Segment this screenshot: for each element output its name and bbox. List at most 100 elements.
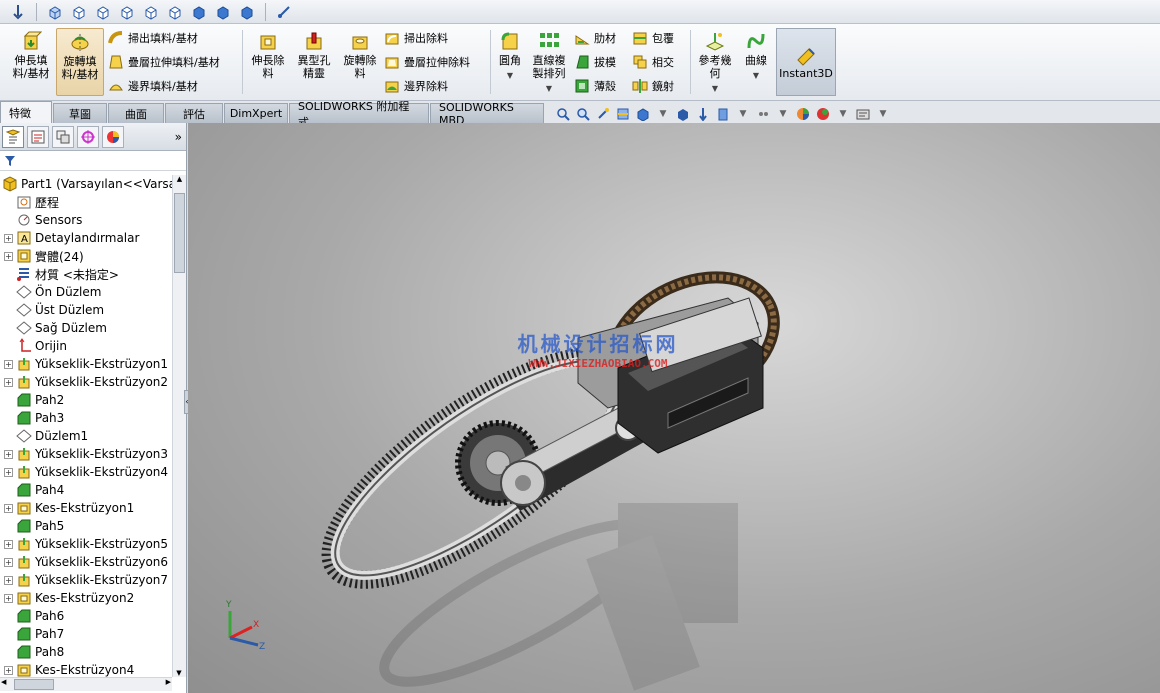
tree-filter-bar[interactable] (0, 151, 186, 171)
scroll-down-icon[interactable]: ▼ (173, 669, 185, 677)
dropdown-caret-icon[interactable]: ▼ (775, 106, 791, 122)
previous-view-icon[interactable] (595, 106, 611, 122)
expand-toggle-icon[interactable]: + (4, 557, 13, 567)
appearance-color-icon[interactable] (795, 106, 811, 122)
display-manager-tab-icon[interactable] (102, 125, 124, 148)
expand-toggle-icon[interactable]: + (4, 575, 13, 585)
display-style-icon[interactable] (675, 106, 691, 122)
tab-surfaces[interactable]: 曲面 (108, 103, 164, 123)
vertical-scroll-thumb[interactable] (174, 193, 185, 273)
tree-item[interactable]: Sağ Düzlem (0, 319, 172, 337)
lofted-boss-button[interactable]: 疊層拉伸填料/基材 (108, 52, 220, 72)
tree-item[interactable]: Orijin (0, 337, 172, 355)
dropdown-caret-icon[interactable]: ▼ (835, 106, 851, 122)
curves-dropdown-caret-icon[interactable]: ▼ (753, 69, 759, 82)
tab-sketch[interactable]: 草圖 (53, 103, 107, 123)
dropdown-caret-icon[interactable]: ▼ (735, 106, 751, 122)
shell-button[interactable]: 薄殼 (574, 76, 616, 96)
boundary-cut-button[interactable]: 邊界除料 (384, 76, 448, 96)
tree-item[interactable]: 歷程 (0, 193, 172, 211)
tab-dimxpert[interactable]: DimXpert (224, 103, 288, 123)
extruded-boss-base-button[interactable]: 伸長填 料/基材 (8, 28, 54, 96)
swept-boss-button[interactable]: 掃出填料/基材 (108, 28, 198, 48)
tree-item[interactable]: Pah6 (0, 607, 172, 625)
tree-item[interactable]: Pah2 (0, 391, 172, 409)
dimxpert-manager-tab-icon[interactable] (77, 125, 99, 148)
tab-features[interactable]: 特徵 (0, 101, 52, 123)
tab-addins[interactable]: SOLIDWORKS 附加程式 (289, 100, 429, 129)
draft-button[interactable]: 拔模 (574, 52, 616, 72)
tree-item[interactable]: + Yükseklik-Ekstrüzyon5 (0, 535, 172, 553)
expand-toggle-icon[interactable]: + (4, 377, 13, 387)
expand-toggle-icon[interactable]: + (4, 359, 13, 369)
tree-item[interactable]: + Yükseklik-Ekstrüzyon1 (0, 355, 172, 373)
view-back-icon[interactable] (69, 2, 89, 22)
scroll-up-icon[interactable]: ▲ (173, 175, 186, 187)
pattern-dropdown-caret-icon[interactable]: ▼ (546, 82, 552, 95)
hole-wizard-button[interactable]: 異型孔 精靈 (292, 28, 336, 96)
dropdown-caret-icon[interactable]: ▼ (655, 106, 671, 122)
rib-button[interactable]: 肋材 (574, 28, 616, 48)
tree-item[interactable]: Üst Düzlem (0, 301, 172, 319)
tree-item[interactable]: Pah5 (0, 517, 172, 535)
view-top-icon[interactable] (141, 2, 161, 22)
view-right-icon[interactable] (117, 2, 137, 22)
tab-mbd[interactable]: SOLIDWORKS MBD (430, 101, 544, 127)
view-front-icon[interactable] (45, 2, 65, 22)
tree-item[interactable]: Düzlem1 (0, 427, 172, 445)
filter-icon[interactable] (4, 155, 16, 167)
tree-item[interactable]: + Kes-Ekstrüzyon2 (0, 589, 172, 607)
hide-show-items-icon[interactable] (695, 106, 711, 122)
rebuild-pin-icon[interactable] (8, 2, 28, 22)
fillet-button[interactable]: 圓角 ▼ (494, 28, 526, 96)
expand-toggle-icon[interactable]: + (4, 503, 13, 513)
expand-toggle-icon[interactable]: + (4, 251, 13, 261)
view-dimetric-icon[interactable] (237, 2, 257, 22)
tree-item[interactable]: Pah7 (0, 625, 172, 643)
configuration-manager-tab-icon[interactable] (52, 125, 74, 148)
lofted-cut-button[interactable]: 疊層拉伸除料 (384, 52, 470, 72)
tree-item[interactable]: 材質 <未指定> (0, 265, 172, 283)
feature-tree-tab-icon[interactable] (2, 125, 24, 148)
tree-item[interactable]: Pah4 (0, 481, 172, 499)
normal-to-icon[interactable] (274, 2, 294, 22)
tree-item[interactable]: + Yükseklik-Ekstrüzyon6 (0, 553, 172, 571)
scroll-right-icon[interactable]: ▶ (166, 678, 171, 686)
apply-scene-icon[interactable] (755, 106, 771, 122)
fillet-dropdown-caret-icon[interactable]: ▼ (507, 69, 513, 82)
tree-item[interactable]: + 實體(24) (0, 247, 172, 265)
curves-button[interactable]: 曲線 ▼ (738, 28, 774, 96)
extruded-cut-button[interactable]: 伸長除 料 (246, 28, 290, 96)
tree-item[interactable]: Pah8 (0, 643, 172, 661)
boundary-boss-button[interactable]: 邊界填料/基材 (108, 76, 198, 96)
tree-item[interactable]: + Kes-Ekstrüzyon1 (0, 499, 172, 517)
mirror-button[interactable]: 鏡射 (632, 76, 674, 96)
revolved-boss-base-button[interactable]: 旋轉填 料/基材 (56, 28, 104, 96)
tree-item[interactable]: + Yükseklik-Ekstrüzyon2 (0, 373, 172, 391)
expand-toggle-icon[interactable]: + (4, 665, 13, 675)
revolved-cut-button[interactable]: 旋轉除 料 (338, 28, 382, 96)
section-view-icon[interactable] (615, 106, 631, 122)
zoom-to-area-icon[interactable] (575, 106, 591, 122)
view-isometric-icon[interactable] (189, 2, 209, 22)
tree-item[interactable]: + Yükseklik-Ekstrüzyon4 (0, 463, 172, 481)
expand-toggle-icon[interactable]: + (4, 539, 13, 549)
tree-item[interactable]: Ön Düzlem (0, 283, 172, 301)
tree-item[interactable]: + Yükseklik-Ekstrüzyon3 (0, 445, 172, 463)
intersect-button[interactable]: 相交 (632, 52, 674, 72)
wrap-button[interactable]: 包覆 (632, 28, 674, 48)
expand-toggle-icon[interactable]: + (4, 233, 13, 243)
tree-item[interactable]: + A Detaylandırmalar (0, 229, 172, 247)
edit-appearance-icon[interactable] (715, 106, 731, 122)
scroll-left-icon[interactable]: ◀ (1, 678, 6, 686)
view-trimetric-icon[interactable] (213, 2, 233, 22)
view-settings-icon[interactable] (855, 106, 871, 122)
more-tabs-chevron-icon[interactable]: » (175, 130, 182, 144)
expand-toggle-icon[interactable]: + (4, 593, 13, 603)
tree-horizontal-scrollbar[interactable]: ◀ ▶ (0, 677, 172, 691)
linear-pattern-button[interactable]: 直線複 製排列 ▼ (528, 28, 570, 96)
dropdown-caret-icon[interactable]: ▼ (875, 106, 891, 122)
tree-item[interactable]: + Yükseklik-Ekstrüzyon7 (0, 571, 172, 589)
horizontal-scroll-thumb[interactable] (14, 679, 54, 690)
expand-toggle-icon[interactable]: + (4, 449, 13, 459)
